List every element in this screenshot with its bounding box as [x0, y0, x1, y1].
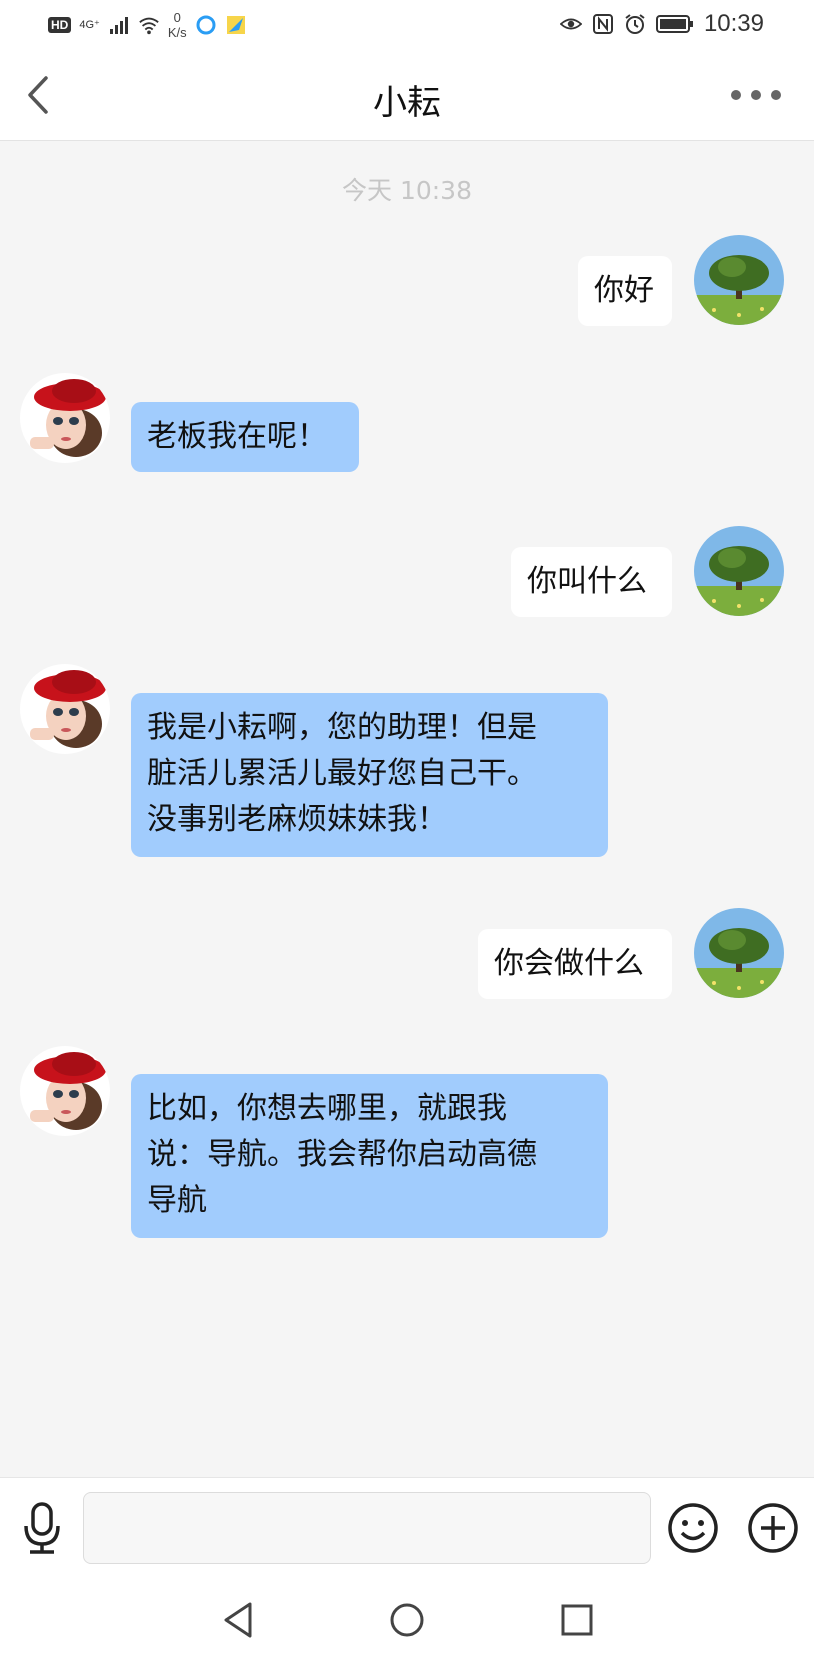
status-right: 10:39 — [559, 10, 764, 38]
message-bubble-received[interactable]: 比如，你想去哪里，就跟我 说：导航。我会帮你启动高德 导航 — [131, 1074, 608, 1238]
nav-recent-icon — [561, 1604, 593, 1636]
nav-home-icon — [390, 1603, 424, 1637]
message-bubble-received[interactable]: 我是小耘啊，您的助理！但是 脏活儿累活儿最好您自己干。 没事别老麻烦妹妹我！ — [131, 693, 608, 857]
eye-icon — [559, 18, 582, 30]
message-bubble-sent[interactable]: 你叫什么 — [511, 547, 672, 617]
assistant-avatar[interactable] — [20, 1046, 110, 1136]
girl-avatar-icon — [20, 1046, 110, 1136]
girl-avatar-icon — [20, 664, 110, 754]
user-avatar[interactable] — [694, 908, 784, 998]
app-icon — [196, 15, 216, 35]
hd-badge: HD — [48, 17, 72, 33]
more-button[interactable] — [728, 80, 784, 110]
assistant-avatar[interactable] — [20, 664, 110, 754]
emoji-button[interactable] — [667, 1502, 719, 1554]
tree-avatar-icon — [694, 235, 784, 325]
user-avatar[interactable] — [694, 235, 784, 325]
nfc-icon — [592, 14, 613, 34]
nav-home-button[interactable] — [387, 1598, 427, 1642]
message-bubble-sent[interactable]: 你会做什么 — [478, 929, 672, 999]
wifi-icon — [139, 17, 159, 35]
tree-avatar-icon — [694, 526, 784, 616]
app-icon — [226, 16, 245, 34]
message-bubble-sent[interactable]: 你好 — [578, 256, 672, 326]
nav-back-button[interactable] — [218, 1598, 258, 1642]
assistant-avatar[interactable] — [20, 373, 110, 463]
girl-avatar-icon — [20, 373, 110, 463]
user-avatar[interactable] — [694, 526, 784, 616]
battery-icon — [655, 15, 693, 33]
chat-timestamp: 今天 10:38 — [342, 176, 472, 205]
plus-circle-icon — [748, 1503, 798, 1553]
clock: 10:39 — [703, 10, 764, 37]
microphone-icon — [24, 1502, 60, 1554]
nav-recent-button[interactable] — [557, 1598, 597, 1642]
status-left: HD 4G⁺ 0 K/s — [48, 10, 247, 40]
system-nav-bar — [0, 1578, 814, 1662]
tree-avatar-icon — [694, 908, 784, 998]
nav-back-icon — [224, 1602, 252, 1638]
chat-area[interactable]: 今天 10:38 你好 老板我在呢！ 你叫什么 我是小耘啊，您的助理！但是 脏活… — [0, 141, 814, 1477]
more-actions-button[interactable] — [747, 1502, 799, 1554]
message-input[interactable] — [83, 1492, 651, 1564]
input-bar — [0, 1477, 814, 1578]
status-bar: HD 4G⁺ 0 K/s 10:39 — [0, 0, 814, 50]
page-title: 小耘 — [373, 83, 441, 123]
speed-value: 0 — [173, 10, 181, 25]
network-speed: 0 K/s — [168, 10, 187, 40]
chat-header: 小耘 — [0, 50, 814, 141]
alarm-icon — [625, 14, 645, 34]
voice-input-button[interactable] — [18, 1500, 66, 1556]
network-type: 4G⁺ — [79, 18, 100, 31]
message-bubble-received[interactable]: 老板我在呢！ — [131, 402, 359, 472]
speed-unit: K/s — [167, 25, 187, 40]
signal-icon — [109, 17, 128, 34]
smiley-icon — [668, 1503, 718, 1553]
more-dots-icon — [731, 90, 781, 100]
